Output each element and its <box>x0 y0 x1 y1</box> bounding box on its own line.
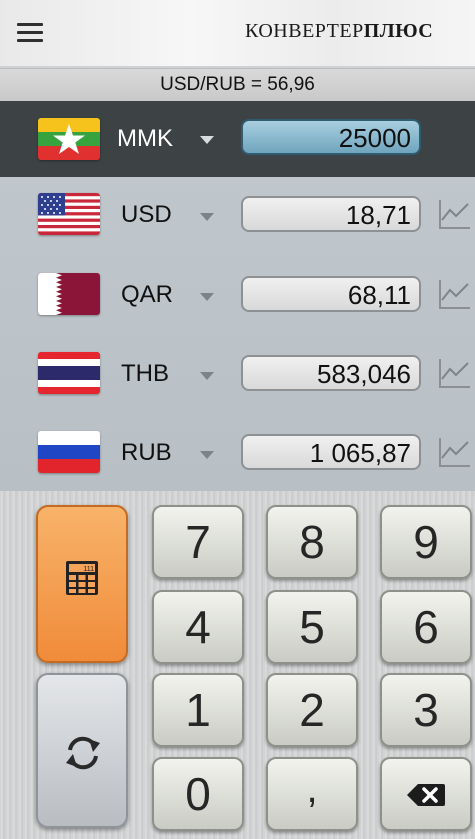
amount-input[interactable]: 25000 <box>241 119 421 155</box>
currency-dropdown-icon[interactable] <box>200 451 214 459</box>
key-2[interactable]: 2 <box>266 673 358 747</box>
key-7[interactable]: 7 <box>152 505 244 579</box>
amount-field[interactable]: 68,11 <box>241 276 421 312</box>
currency-code[interactable]: THB <box>121 360 169 388</box>
currency-dropdown-icon[interactable] <box>200 372 214 380</box>
calculator-button[interactable]: 111 <box>36 505 128 663</box>
amount-field[interactable]: 18,71 <box>241 196 421 232</box>
currency-row[interactable]: THB 583,046 <box>0 336 475 414</box>
key-3[interactable]: 3 <box>380 673 472 747</box>
russia-flag-icon <box>38 431 100 473</box>
currency-code[interactable]: USD <box>121 201 172 229</box>
thailand-flag-icon <box>38 352 100 394</box>
key-4[interactable]: 4 <box>152 590 244 664</box>
backspace-icon <box>407 784 445 806</box>
key-5[interactable]: 5 <box>266 590 358 664</box>
refresh-icon <box>66 736 100 770</box>
currency-dropdown-icon[interactable] <box>200 293 214 301</box>
currency-row[interactable]: USD 18,71 <box>0 177 475 255</box>
currency-code[interactable]: RUB <box>121 439 172 467</box>
key-comma[interactable]: , <box>266 757 358 831</box>
chart-trend-icon[interactable] <box>438 436 472 468</box>
amount-field[interactable]: 1 065,87 <box>241 434 421 470</box>
backspace-button[interactable] <box>380 757 472 831</box>
key-0[interactable]: 0 <box>152 757 244 831</box>
amount-field[interactable]: 583,046 <box>241 355 421 391</box>
svg-text:111: 111 <box>83 566 94 573</box>
app-header: КОНВЕРТЕРПЛЮС <box>0 0 475 66</box>
currency-row[interactable]: RUB 1 065,87 <box>0 415 475 493</box>
currency-dropdown-icon[interactable] <box>200 213 214 221</box>
currency-row[interactable]: QAR 68,11 <box>0 257 475 335</box>
refresh-button[interactable] <box>36 673 128 828</box>
currency-dropdown-icon[interactable] <box>200 136 214 144</box>
key-6[interactable]: 6 <box>380 590 472 664</box>
key-9[interactable]: 9 <box>380 505 472 579</box>
key-1[interactable]: 1 <box>152 673 244 747</box>
chart-trend-icon[interactable] <box>438 278 472 310</box>
usa-flag-icon <box>38 193 100 235</box>
chart-trend-icon[interactable] <box>438 198 472 230</box>
chart-trend-icon[interactable] <box>438 357 472 389</box>
app-title: КОНВЕРТЕРПЛЮС <box>245 20 434 42</box>
currency-list: USD 18,71 QAR 68,11 THB 583,046 RUB 1 06… <box>0 177 475 491</box>
currency-code[interactable]: QAR <box>121 281 173 309</box>
currency-code[interactable]: MMK <box>117 125 173 153</box>
key-8[interactable]: 8 <box>266 505 358 579</box>
qatar-flag-icon <box>38 273 100 315</box>
calculator-icon: 111 <box>66 561 98 595</box>
myanmar-flag-icon <box>38 118 100 160</box>
exchange-rate-label: USD/RUB = 56,96 <box>0 68 475 102</box>
hamburger-menu-icon[interactable] <box>17 23 43 43</box>
